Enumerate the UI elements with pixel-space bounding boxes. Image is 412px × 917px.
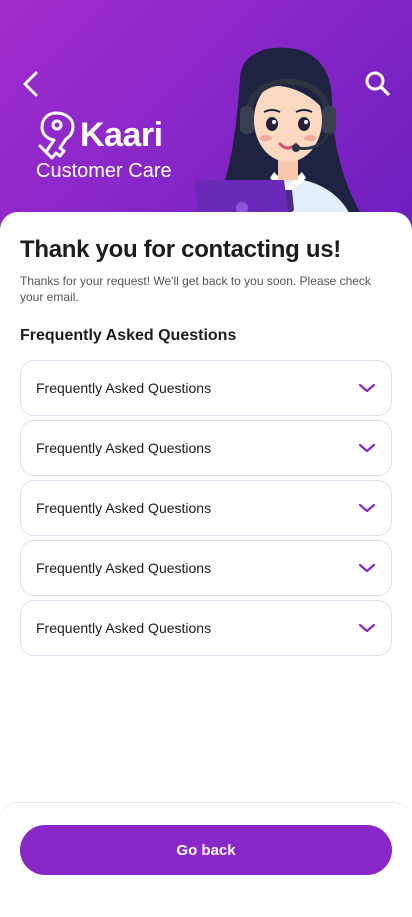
faq-item-label: Frequently Asked Questions (36, 380, 212, 396)
faq-item-label: Frequently Asked Questions (36, 500, 212, 516)
faq-item[interactable]: Frequently Asked Questions (20, 360, 392, 416)
faq-item[interactable]: Frequently Asked Questions (20, 600, 392, 656)
page-title: Thank you for contacting us! (20, 236, 341, 263)
chevron-down-icon (358, 383, 376, 393)
brand-name: Kaari (80, 115, 163, 154)
chevron-down-icon (358, 563, 376, 573)
faq-heading: Frequently Asked Questions (20, 327, 237, 344)
brand-logo: Kaari Customer Care (36, 110, 172, 183)
support-agent-illustration (194, 47, 360, 240)
faq-item-label: Frequently Asked Questions (36, 560, 212, 576)
chevron-down-icon (358, 443, 376, 453)
faq-item[interactable]: Frequently Asked Questions (20, 480, 392, 536)
faq-item[interactable]: Frequently Asked Questions (20, 540, 392, 596)
faq-item-label: Frequently Asked Questions (36, 620, 212, 636)
chevron-down-icon (358, 503, 376, 513)
faq-item-label: Frequently Asked Questions (36, 440, 212, 456)
chevron-left-icon[interactable] (18, 68, 46, 100)
key-logo-icon (38, 111, 75, 160)
brand-subtitle: Customer Care (36, 160, 172, 182)
faq-item[interactable]: Frequently Asked Questions (20, 420, 392, 476)
chevron-down-icon (358, 623, 376, 633)
faq-list: Frequently Asked Questions Frequently As… (20, 360, 392, 660)
confirmation-message: Thanks for your request! We'll get back … (20, 274, 371, 304)
go-back-button[interactable]: Go back (20, 825, 392, 875)
header-banner: Kaari Customer Care (0, 0, 412, 240)
